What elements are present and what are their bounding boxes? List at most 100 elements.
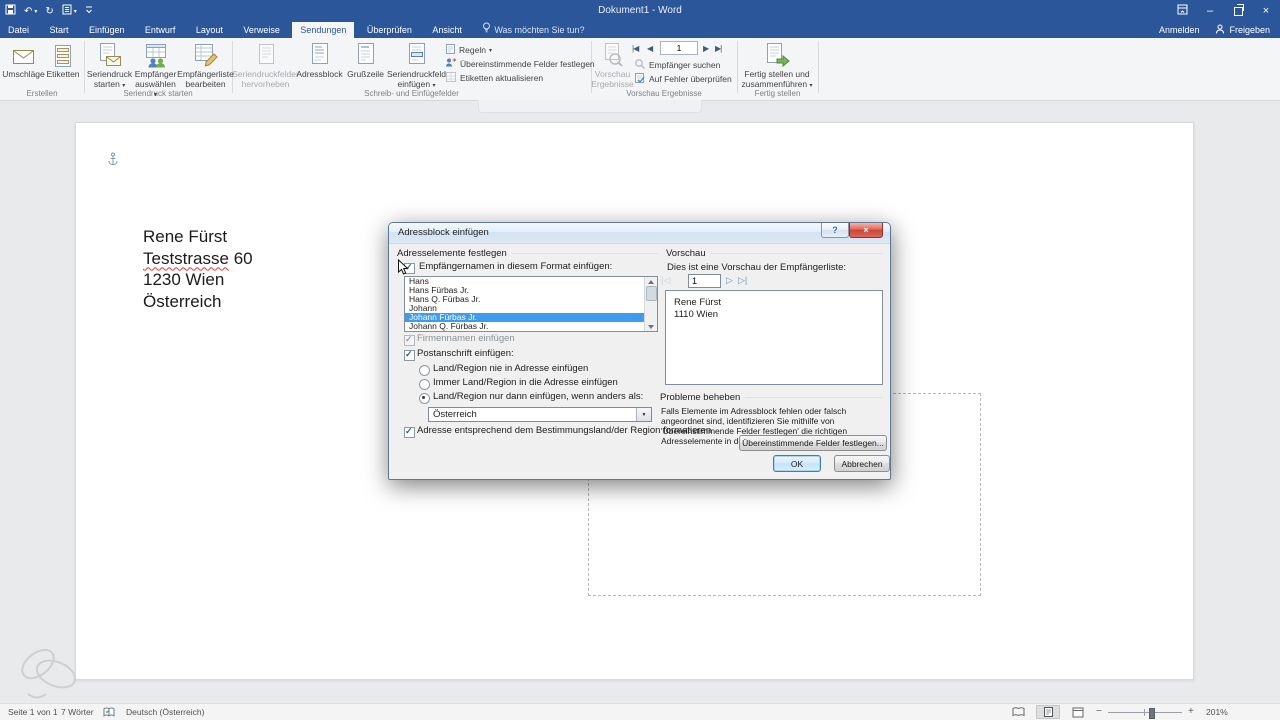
chevron-down-icon: ▾ (122, 83, 125, 89)
greeting-line-icon (354, 39, 378, 68)
proofing-icon[interactable] (103, 707, 115, 720)
list-item[interactable]: Johann Q. Fürbas Jr. (405, 322, 657, 331)
record-number-input[interactable] (660, 41, 698, 55)
preview-hint: Dies ist eine Vorschau der Empfängerlist… (667, 262, 846, 273)
tab-verweise[interactable]: Verweise (235, 22, 288, 38)
zoom-in-button[interactable]: + (1188, 704, 1194, 720)
misspelled-word: Teststrasse (143, 249, 229, 268)
fertig-stellen-button[interactable]: Fertig stellen und zusammenführen ▾ (740, 39, 814, 91)
tab-einfuegen[interactable]: Einfügen (81, 22, 133, 38)
restore-button[interactable] (1224, 0, 1252, 22)
tell-me-box[interactable]: Was möchten Sie tun? (474, 22, 592, 38)
auf-fehler-ueberpruefen-button[interactable]: Auf Fehler überprüfen (634, 73, 732, 85)
tab-ansicht[interactable]: Ansicht (424, 22, 470, 38)
tab-ueberpruefen[interactable]: Überprüfen (359, 22, 420, 38)
redo-button[interactable]: ↻ (45, 6, 53, 17)
customize-quick-access-button[interactable] (85, 6, 93, 17)
umschlaege-button[interactable]: Umschläge (3, 39, 44, 80)
listbox-scrollbar[interactable] (644, 277, 657, 331)
undo-button[interactable]: ↶▾ (24, 6, 37, 17)
preview-record-input[interactable] (688, 274, 721, 288)
restore-icon (1234, 7, 1243, 16)
vorschau-ergebnisse-button: Vorschau Ergebnisse (592, 39, 633, 89)
adressblock-button[interactable]: Adressblock (296, 39, 343, 80)
empfaengerliste-bearbeiten-button[interactable]: Empfängerliste bearbeiten (179, 39, 232, 89)
scroll-down-button[interactable] (645, 322, 656, 331)
check-icon: ✓ (405, 426, 413, 437)
ribbon-display-icon (1177, 4, 1188, 18)
seriendruckfeld-einfuegen-button[interactable]: Seriendruckfeld einfügen ▾ (388, 39, 445, 91)
save-icon (5, 4, 16, 18)
scrollbar-thumb[interactable] (646, 286, 657, 301)
first-record-button[interactable]: |◀ (632, 44, 638, 53)
web-layout-button[interactable] (1066, 705, 1090, 719)
close-button[interactable]: × (1252, 0, 1280, 22)
page-count[interactable]: Seite 1 von 1 (8, 704, 58, 720)
radio-land-nie-label[interactable]: Land/Region nie in Adresse einfügen (433, 363, 588, 374)
zoom-level[interactable]: 201% (1206, 704, 1228, 720)
share-button[interactable]: Freigeben (1215, 24, 1270, 36)
zoom-slider-thumb[interactable] (1149, 708, 1155, 719)
radio-land-bedingt-label[interactable]: Land/Region nur dann einfügen, wenn ande… (433, 391, 643, 402)
list-item[interactable]: Hans Q. Fürbas Jr. (405, 295, 657, 304)
dialog-close-button[interactable]: × (849, 223, 883, 238)
dialog-help-button[interactable]: ? (821, 223, 849, 238)
country-combobox[interactable]: Österreich ▼ (428, 407, 652, 422)
zoom-slider-track[interactable] (1108, 712, 1182, 713)
minimize-button[interactable]: – (1196, 0, 1224, 22)
redo-icon: ↻ (45, 6, 53, 17)
format-address-checkbox[interactable]: ✓ (404, 427, 415, 438)
titlebar: ↶▾ ↻ ▾ Dokument1 - Word – × (0, 0, 1280, 22)
word-count[interactable]: 7 Wörter (61, 704, 94, 720)
uebereinstimmende-felder-button[interactable]: Übereinstimmende Felder festlegen (445, 58, 595, 70)
tell-me-label: Was möchten Sie tun? (494, 22, 584, 38)
find-recipient-icon (634, 58, 646, 72)
cancel-button[interactable]: Abbrechen (834, 455, 890, 472)
word-window: ↶▾ ↻ ▾ Dokument1 - Word – × Datei Start … (0, 0, 1280, 720)
combo-dropdown-button[interactable]: ▼ (636, 408, 651, 421)
chevron-down-icon: ▾ (489, 47, 492, 54)
radio-land-bedingt[interactable] (419, 393, 430, 404)
radio-land-immer[interactable] (419, 379, 430, 390)
person-icon (1215, 24, 1225, 36)
chevron-down-icon: ▾ (810, 83, 813, 89)
tab-layout[interactable]: Layout (188, 22, 231, 38)
last-record-button[interactable]: ▶| (715, 44, 721, 53)
sign-in-button[interactable]: Anmelden (1159, 25, 1200, 35)
section-vorschau: Vorschau (666, 248, 883, 259)
preview-last-button[interactable]: ▷| (738, 275, 747, 286)
preview-line: Rene Fürst (674, 297, 882, 309)
ok-button[interactable]: OK (773, 455, 821, 472)
tab-start[interactable]: Start (41, 22, 76, 38)
preview-next-button[interactable]: ▷ (726, 275, 733, 286)
dialog-titlebar[interactable]: Adressblock einfügen (389, 223, 890, 244)
postanschrift-checkbox[interactable]: ✓ (404, 350, 415, 361)
zoom-out-button[interactable]: − (1096, 704, 1102, 720)
ribbon-display-options-button[interactable] (1168, 0, 1196, 22)
save-button[interactable] (5, 4, 16, 18)
postanschrift-checkbox-label[interactable]: Postanschrift einfügen: (417, 348, 514, 359)
tab-entwurf[interactable]: Entwurf (137, 22, 184, 38)
touch-mouse-mode-button[interactable]: ▾ (62, 4, 77, 18)
match-fields-button[interactable]: Übereinstimmende Felder festlegen... (739, 435, 887, 451)
radio-land-nie[interactable] (419, 365, 430, 376)
empfaenger-auswaehlen-button[interactable]: Empfänger auswählen ▾ (133, 39, 178, 101)
preview-results-icon (600, 39, 626, 68)
regeln-button[interactable]: Regeln▾ (445, 44, 492, 56)
format-checkbox-label[interactable]: Empfängernamen in diesem Format einfügen… (419, 261, 612, 272)
format-listbox[interactable]: Hans Hans Fürbas Jr. Hans Q. Fürbas Jr. … (404, 276, 658, 332)
seriendruck-starten-button[interactable]: Seriendruck starten ▾ (87, 39, 132, 91)
etiketten-button[interactable]: Etiketten (44, 39, 82, 80)
print-layout-button[interactable] (1036, 705, 1060, 719)
next-record-button[interactable]: ▶ (703, 44, 708, 53)
radio-land-immer-label[interactable]: Immer Land/Region in die Adresse einfüge… (433, 377, 618, 388)
scroll-up-button[interactable] (645, 277, 656, 286)
tab-datei[interactable]: Datei (0, 22, 37, 38)
grusszeile-button[interactable]: Grußzeile (344, 39, 387, 80)
undo-icon: ↶ (24, 6, 32, 17)
language-indicator[interactable]: Deutsch (Österreich) (126, 704, 204, 720)
read-mode-button[interactable] (1006, 705, 1030, 719)
group-separator (737, 41, 738, 93)
tab-sendungen[interactable]: Sendungen (292, 22, 354, 38)
previous-record-button[interactable]: ◀ (647, 44, 652, 53)
